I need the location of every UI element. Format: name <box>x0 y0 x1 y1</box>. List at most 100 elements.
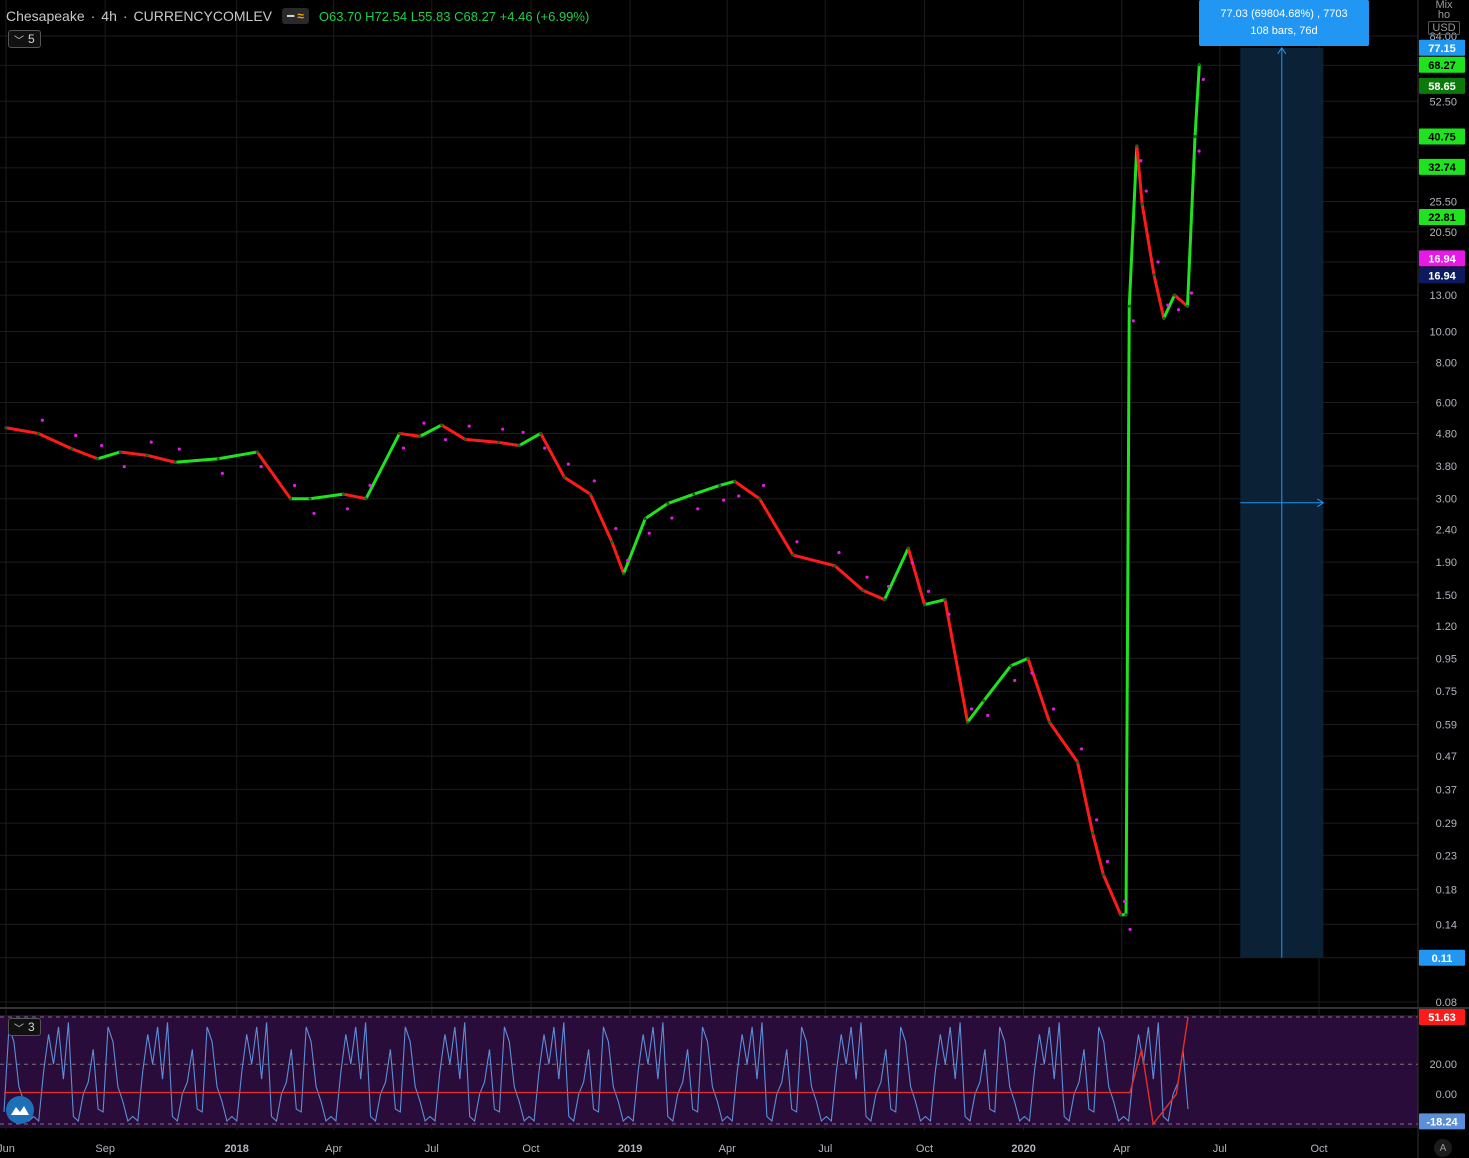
sar-dot <box>122 465 126 469</box>
sar-dot <box>696 507 700 511</box>
sar-dot <box>1166 303 1170 307</box>
wave-icon: ≈ <box>297 9 304 23</box>
price-badge: 0.11 <box>1432 953 1453 965</box>
price-point <box>1119 913 1123 917</box>
price-badge: 16.94 <box>1428 253 1456 265</box>
oscillator-collapse-button[interactable]: ﹀ 3 <box>8 1018 41 1036</box>
price-point <box>666 501 670 505</box>
change-value: +4.46 (+6.99%) <box>499 8 590 24</box>
indicator-pane[interactable] <box>0 1015 1418 1128</box>
price-point <box>562 475 566 479</box>
currency-code: USD <box>1428 21 1460 35</box>
sar-dot <box>220 471 224 475</box>
auto-scale-button[interactable]: A <box>1434 1139 1452 1157</box>
price-point <box>173 460 177 464</box>
separator: · <box>90 8 96 24</box>
price-tick-label: 3.00 <box>1436 494 1457 506</box>
price-tick-label: 0.59 <box>1436 720 1457 732</box>
price-tick-label: 8.00 <box>1436 358 1457 370</box>
price-point <box>906 546 910 550</box>
sar-dot <box>1128 927 1132 931</box>
price-point <box>692 492 696 496</box>
indicator-background <box>0 1015 1418 1128</box>
price-tick-label: 1.90 <box>1436 557 1457 569</box>
price-point <box>539 431 543 435</box>
price-point <box>255 450 259 454</box>
sar-dot <box>986 713 990 718</box>
price-point <box>833 564 837 568</box>
chevron-down-icon: ﹀ <box>14 1023 24 1035</box>
price-tick-label: 6.00 <box>1436 397 1457 409</box>
sar-dot <box>74 433 78 438</box>
sar-dot <box>259 465 263 469</box>
sar-dot <box>1013 678 1017 683</box>
main-indicators-collapse-button[interactable]: ﹀ 5 <box>8 30 41 48</box>
price-point <box>758 497 762 501</box>
price-tick-label: 0.29 <box>1436 818 1457 830</box>
price-badge: 68.27 <box>1428 60 1456 72</box>
sar-dot <box>100 443 104 448</box>
price-point <box>118 450 122 454</box>
price-point <box>289 497 293 501</box>
price-point <box>622 572 626 576</box>
price-point <box>308 497 312 501</box>
minus-icon: ━ <box>287 9 295 23</box>
price-point <box>364 497 368 501</box>
price-point <box>4 426 8 430</box>
price-point <box>96 457 100 461</box>
interval[interactable]: 4h <box>101 8 117 24</box>
close-label: C <box>454 8 464 24</box>
price-point <box>1127 304 1131 308</box>
time-tick-label: 2019 <box>618 1143 642 1155</box>
symbol-name[interactable]: Chesapeake <box>6 8 85 24</box>
price-point <box>1185 304 1189 308</box>
price-tick-label: 2.40 <box>1436 525 1457 537</box>
price-tick-label: 0.08 <box>1436 997 1457 1009</box>
price-point <box>463 437 467 441</box>
sar-dot <box>422 421 426 425</box>
time-tick-label: Jul <box>818 1143 832 1155</box>
indicator-badge: 51.63 <box>1428 1012 1456 1024</box>
sar-dot <box>926 589 931 593</box>
price-tick-label: 0.23 <box>1436 850 1457 862</box>
tradingview-logo-icon[interactable] <box>6 1096 34 1124</box>
time-tick-label: Apr <box>325 1143 342 1155</box>
price-point <box>397 431 401 435</box>
indicator-count: 5 <box>28 32 35 46</box>
price-badge: 77.15 <box>1428 43 1456 55</box>
sar-dot <box>40 418 44 422</box>
time-tick-label: 2018 <box>224 1143 248 1155</box>
chart-style-toggle[interactable]: ━ ≈ <box>282 8 309 24</box>
sar-dot <box>1079 747 1084 751</box>
sar-dot <box>592 479 596 483</box>
currency-selector[interactable]: Mix ho USD <box>1428 0 1460 35</box>
sar-dot <box>177 447 181 451</box>
price-point <box>1152 273 1156 277</box>
price-tick-label: 1.20 <box>1436 621 1457 633</box>
sar-dot <box>969 707 974 711</box>
price-tick-label: 20.50 <box>1429 227 1457 239</box>
price-point <box>1140 202 1144 206</box>
price-point <box>36 431 40 435</box>
sar-dot <box>1105 859 1110 864</box>
price-point <box>1135 144 1139 148</box>
price-tick-label: 4.80 <box>1436 428 1457 440</box>
high-value: 72.54 <box>374 8 408 24</box>
time-tick-label: Sep <box>95 1143 115 1155</box>
chart-legend: Chesapeake · 4h · CURRENCYCOMLEV ━ ≈ O63… <box>6 6 589 26</box>
chart-canvas[interactable]: 84.0068.0052.5040.5032.5025.5020.5016.50… <box>0 0 1469 1158</box>
price-point <box>982 699 986 703</box>
price-point <box>943 598 947 602</box>
price-badge: 22.81 <box>1428 212 1456 224</box>
price-point <box>517 444 521 448</box>
time-tick-label: Apr <box>719 1143 736 1155</box>
price-point <box>145 453 149 457</box>
sar-dot <box>865 575 869 579</box>
sar-dot <box>345 507 350 511</box>
price-badge: 16.94 <box>1428 270 1456 282</box>
indicator-count: 3 <box>28 1020 35 1034</box>
price-tick-label: 1.50 <box>1436 590 1457 602</box>
sar-dot <box>1201 77 1205 82</box>
measure-band <box>1240 46 1325 958</box>
price-tick-label: 0.18 <box>1436 884 1457 896</box>
